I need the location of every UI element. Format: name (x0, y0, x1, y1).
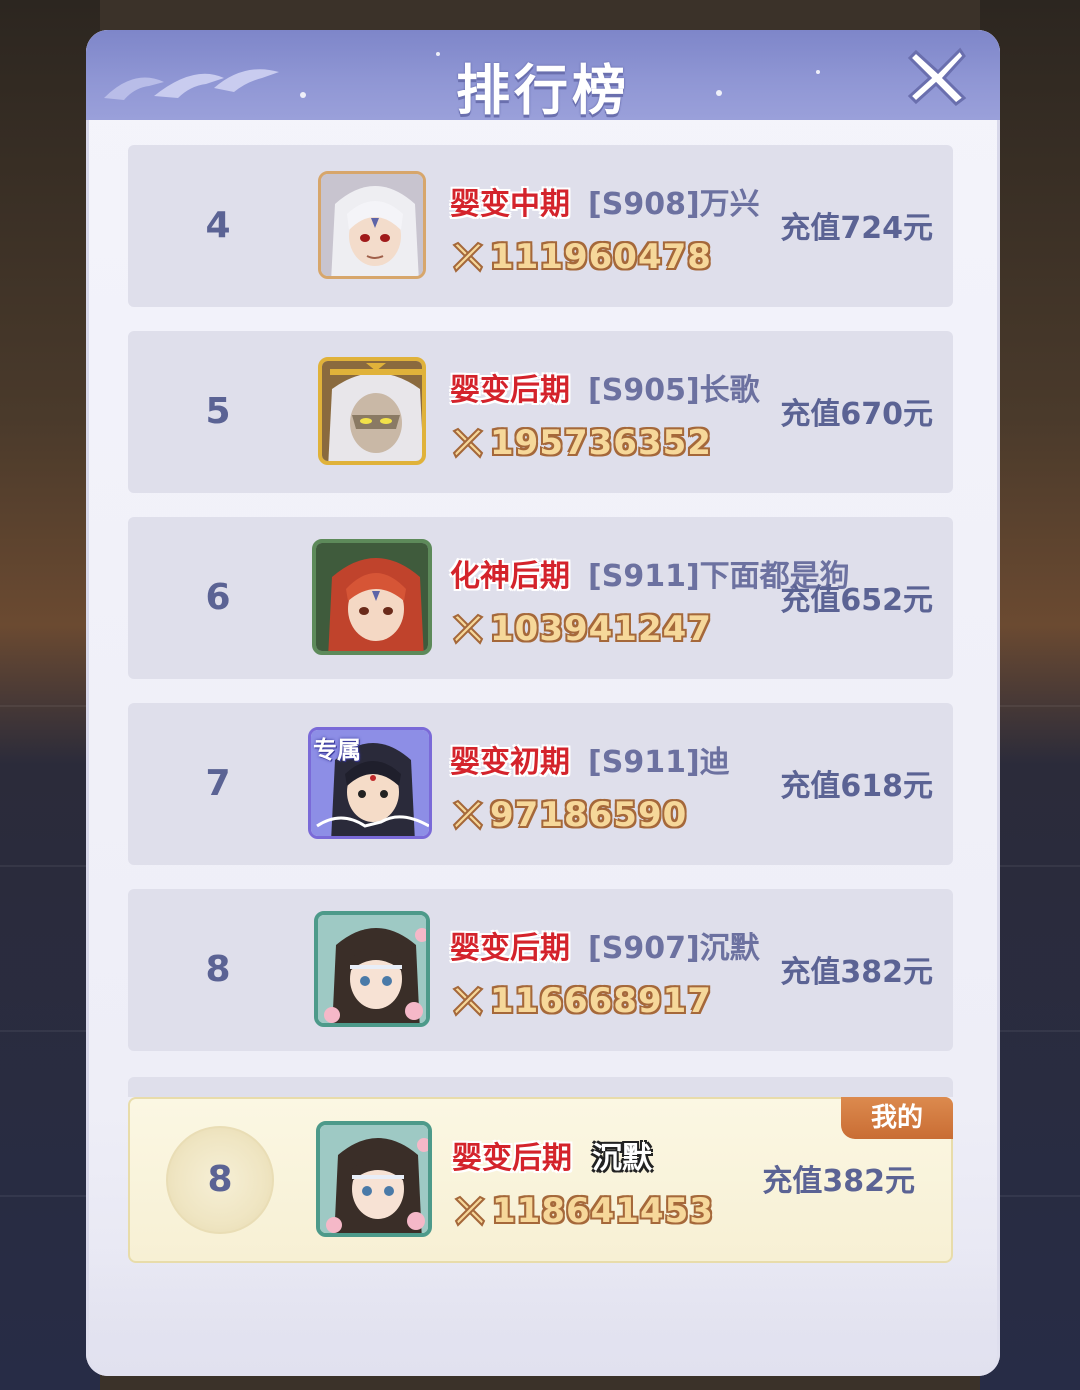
my-ranking-row[interactable]: 我的 8 婴变后期 沉默 118641453 充值382元 (128, 1097, 953, 1263)
exclusive-tag: 专属 (313, 736, 361, 764)
cultivation-realm: 婴变后期 (450, 373, 570, 408)
server-player-name: [S908]万兴 (588, 187, 760, 222)
crossed-swords-icon (452, 799, 484, 831)
cloud-footer-deco (86, 1256, 1000, 1376)
dialog-header: 排行榜 (86, 30, 1000, 122)
ranking-row[interactable]: 7 专属 婴变初期 [S911]迪 97186590 充值618元 (128, 703, 953, 865)
masked-elder-avatar (318, 357, 426, 465)
crossed-swords-icon (452, 427, 484, 459)
rank-number: 5 (205, 391, 231, 432)
cultivation-realm: 婴变后期 (450, 931, 570, 966)
recharge-amount: 充值652元 (780, 583, 933, 618)
cultivation-realm: 婴变后期 (452, 1141, 572, 1176)
blossom-hero-avatar (316, 1121, 432, 1237)
recharge-amount: 充值618元 (780, 769, 933, 804)
combat-power-value: 97186590 (490, 795, 688, 835)
rank-number: 4 (205, 205, 231, 246)
server-player-name: [S907]沉默 (588, 931, 760, 966)
ranking-dialog: 排行榜 4 婴变中期 [S908]万兴 111960478 充值724元 5 婴… (86, 30, 1000, 1376)
ranking-row[interactable]: 4 婴变中期 [S908]万兴 111960478 充值724元 (128, 145, 953, 307)
white-hair-hero-avatar (318, 171, 426, 279)
cultivation-realm: 婴变中期 (450, 187, 570, 222)
rank-number: 6 (205, 577, 231, 618)
next-row-peek (128, 1077, 953, 1097)
crossed-swords-icon (452, 241, 484, 273)
background-left (0, 0, 100, 1390)
combat-power-value: 103941247 (490, 609, 712, 649)
crossed-swords-icon (452, 985, 484, 1017)
crossed-swords-icon (454, 1195, 486, 1227)
recharge-amount: 充值382元 (762, 1164, 915, 1199)
ranking-row[interactable]: 5 婴变后期 [S905]长歌 195736352 充值670元 (128, 331, 953, 493)
server-player-name: [S905]长歌 (588, 373, 760, 408)
exclusive-music-avatar: 专属 (308, 727, 432, 839)
ranking-row[interactable]: 6 化神后期 [S911]下面都是狗 103941247 充值652元 (128, 517, 953, 679)
cultivation-realm: 化神后期 (450, 559, 570, 594)
my-player-name: 沉默 (592, 1141, 652, 1176)
server-player-name: [S911]迪 (588, 745, 730, 780)
close-button[interactable] (906, 44, 970, 108)
cultivation-realm: 婴变初期 (450, 745, 570, 780)
dialog-title: 排行榜 (456, 59, 630, 122)
crossed-swords-icon (452, 613, 484, 645)
rank-number: 7 (205, 763, 231, 804)
combat-power-value: 118641453 (492, 1191, 714, 1231)
recharge-amount: 充值382元 (780, 955, 933, 990)
combat-power-value: 111960478 (490, 237, 712, 277)
combat-power-value: 116668917 (490, 981, 712, 1021)
recharge-amount: 充值724元 (780, 211, 933, 246)
my-rank-number: 8 (207, 1159, 233, 1200)
rank-number: 8 (205, 949, 231, 990)
close-x-icon (907, 47, 967, 106)
recharge-amount: 充值670元 (780, 397, 933, 432)
blossom-hero-avatar (314, 911, 430, 1027)
red-hair-hero-avatar (312, 539, 432, 655)
combat-power-value: 195736352 (490, 423, 712, 463)
ranking-row[interactable]: 8 婴变后期 [S907]沉默 116668917 充值382元 (128, 889, 953, 1051)
